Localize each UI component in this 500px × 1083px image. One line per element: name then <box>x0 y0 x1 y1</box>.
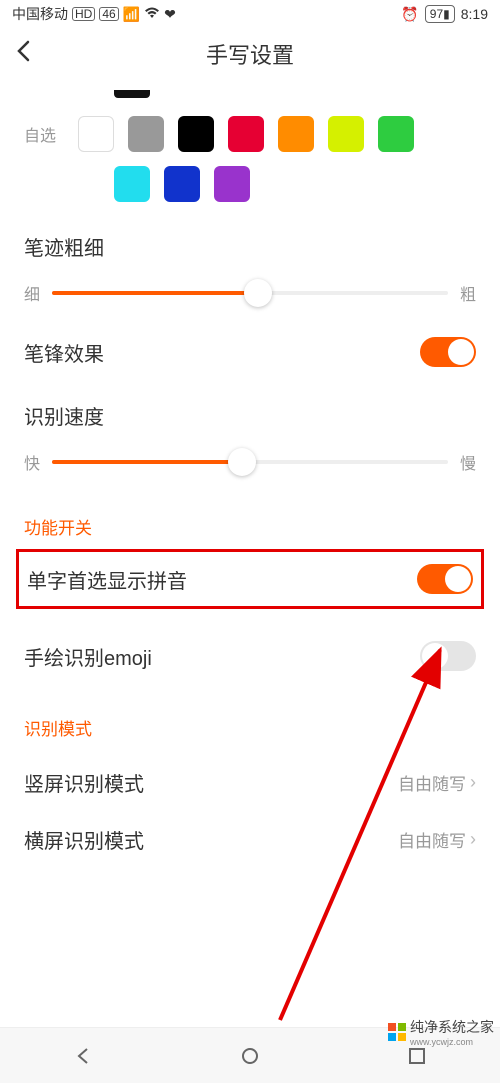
clock-time: 8:19 <box>461 6 488 22</box>
watermark: 纯净系统之家 www.ycwjz.com <box>388 1017 494 1047</box>
back-button[interactable] <box>16 40 30 69</box>
color-swatch[interactable] <box>278 116 314 152</box>
hd-icon: HD <box>72 7 95 21</box>
chevron-right-icon: › <box>470 829 476 850</box>
thickness-max-label: 粗 <box>460 281 476 305</box>
thickness-title: 笔迹粗细 <box>24 232 476 261</box>
speed-block: 识别速度 快 慢 <box>24 401 476 474</box>
color-swatch[interactable] <box>128 116 164 152</box>
color-swatch[interactable] <box>114 166 150 202</box>
color-swatch[interactable] <box>328 116 364 152</box>
emoji-toggle-label: 手绘识别emoji <box>24 642 152 671</box>
thickness-min-label: 细 <box>24 281 40 305</box>
signal-icon: 📶 <box>123 6 140 23</box>
color-swatch[interactable] <box>78 116 114 152</box>
prev-row-peek <box>114 90 476 98</box>
landscape-mode-row[interactable]: 横屏识别模式 自由随写 › <box>24 825 476 854</box>
page-title: 手写设置 <box>16 38 484 70</box>
carrier-label: 中国移动 <box>12 4 68 24</box>
emoji-toggle[interactable] <box>420 641 476 671</box>
network-icon: 46 <box>99 7 118 21</box>
status-left: 中国移动 HD 46 📶 ❤ <box>12 4 176 24</box>
portrait-mode-value: 自由随写 › <box>398 770 476 795</box>
stroke-effect-row: 笔锋效果 <box>24 333 476 371</box>
color-picker-row: 自选 <box>24 116 476 152</box>
nav-home-button[interactable] <box>240 1046 260 1066</box>
alarm-icon: ⏰ <box>401 6 418 23</box>
color-swatch[interactable] <box>228 116 264 152</box>
portrait-mode-row[interactable]: 竖屏识别模式 自由随写 › <box>24 768 476 797</box>
watermark-logo-icon <box>388 1023 406 1041</box>
modes-section-header: 识别模式 <box>24 715 476 740</box>
chevron-right-icon: › <box>470 772 476 793</box>
landscape-mode-label: 横屏识别模式 <box>24 825 144 854</box>
status-right: ⏰ 97▮ 8:19 <box>401 5 488 23</box>
landscape-mode-value: 自由随写 › <box>398 827 476 852</box>
nav-recent-button[interactable] <box>407 1046 427 1066</box>
status-bar: 中国移动 HD 46 📶 ❤ ⏰ 97▮ 8:19 <box>0 0 500 28</box>
thickness-slider-thumb[interactable] <box>244 279 272 307</box>
color-swatch[interactable] <box>164 166 200 202</box>
thickness-block: 笔迹粗细 细 粗 <box>24 232 476 305</box>
speed-max-label: 慢 <box>460 450 476 474</box>
battery-indicator: 97▮ <box>425 5 455 23</box>
stroke-effect-label: 笔锋效果 <box>24 338 104 367</box>
pinyin-toggle[interactable] <box>417 564 473 594</box>
pinyin-toggle-label: 单字首选显示拼音 <box>27 565 187 594</box>
heart-icon: ❤ <box>164 6 176 23</box>
emoji-toggle-row: 手绘识别emoji <box>24 637 476 675</box>
color-swatches-row2 <box>114 166 476 202</box>
wifi-icon <box>144 6 160 22</box>
color-swatch[interactable] <box>178 116 214 152</box>
stroke-effect-toggle[interactable] <box>420 337 476 367</box>
speed-slider-thumb[interactable] <box>228 448 256 476</box>
pinyin-toggle-row: 单字首选显示拼音 <box>16 549 484 609</box>
page-header: 手写设置 <box>0 28 500 80</box>
speed-min-label: 快 <box>24 450 40 474</box>
nav-back-button[interactable] <box>73 1046 93 1066</box>
speed-slider-container: 快 慢 <box>24 450 476 474</box>
watermark-text: 纯净系统之家 www.ycwjz.com <box>410 1017 494 1047</box>
features-section-header: 功能开关 <box>24 514 476 539</box>
portrait-mode-label: 竖屏识别模式 <box>24 768 144 797</box>
color-swatch[interactable] <box>378 116 414 152</box>
thickness-slider-container: 细 粗 <box>24 281 476 305</box>
thickness-slider[interactable] <box>52 291 448 295</box>
color-swatch[interactable] <box>214 166 250 202</box>
speed-title: 识别速度 <box>24 401 476 430</box>
custom-color-label: 自选 <box>24 122 64 146</box>
speed-slider[interactable] <box>52 460 448 464</box>
color-swatches-row1 <box>78 116 414 152</box>
